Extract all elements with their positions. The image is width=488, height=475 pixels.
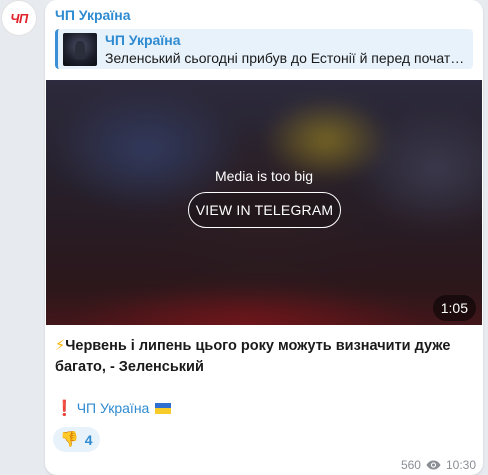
view-in-telegram-button[interactable]: VIEW IN TELEGRAM	[188, 192, 341, 228]
exclamation-icon: ❗	[55, 400, 74, 417]
reply-author: ЧП Україна	[105, 32, 181, 48]
message-time: 10:30	[445, 458, 476, 472]
reply-text: Зеленський сьогодні прибув до Естонії й …	[105, 50, 467, 66]
avatar-text: ЧП	[10, 10, 28, 26]
media-preview[interactable]: Media is too big VIEW IN TELEGRAM 1:05	[46, 80, 482, 325]
message-signature: ❗ ЧП Україна	[55, 399, 172, 417]
reaction-count: 4	[84, 431, 93, 448]
channel-avatar[interactable]: ЧП	[1, 0, 37, 36]
message-meta: 560 10:30	[401, 458, 476, 472]
reaction-thumbs-down[interactable]: 👎 4	[53, 427, 101, 452]
reply-thumbnail	[63, 33, 97, 66]
ukraine-flag-icon	[155, 402, 172, 414]
channel-name[interactable]: ЧП Україна	[55, 7, 131, 23]
lightning-icon: ⚡	[55, 338, 66, 354]
media-too-big-notice: Media is too big	[214, 168, 314, 184]
thumbs-down-icon: 👎	[60, 431, 79, 448]
video-duration-badge: 1:05	[432, 295, 476, 321]
signature-channel-link[interactable]: ЧП Україна	[77, 400, 150, 416]
message-bubble: ЧП Україна ЧП Україна Зеленський сьогодн…	[45, 0, 483, 475]
message-text-body: Червень і липень цього року можуть визна…	[55, 338, 451, 375]
eye-icon	[426, 460, 441, 470]
view-count: 560	[400, 458, 421, 472]
message-text: ⚡Червень і липень цього року можуть визн…	[55, 336, 465, 378]
reply-preview[interactable]: ЧП Україна Зеленський сьогодні прибув до…	[55, 29, 473, 69]
